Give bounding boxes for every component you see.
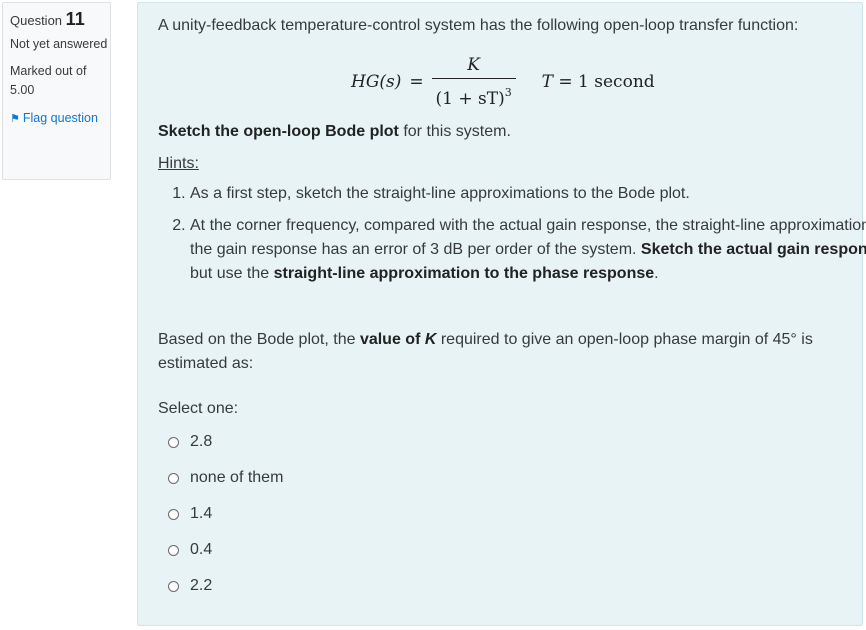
question-info-panel: Question 11 Not yet answered Marked out … (2, 2, 111, 180)
prompt-bold: value of K (360, 331, 436, 348)
formula-period-lhs: T (541, 72, 553, 92)
question-prompt: Based on the Bode plot, the value of K r… (158, 328, 848, 376)
radio-button[interactable] (168, 544, 179, 556)
hint-1-text: As a first step, sketch the straight-lin… (190, 185, 690, 202)
hint-item-1: As a first step, sketch the straight-lin… (190, 182, 866, 206)
question-intro: A unity-feedback temperature-control sys… (158, 17, 799, 34)
hints-list: As a first step, sketch the straight-lin… (158, 182, 866, 294)
radio-button[interactable] (168, 436, 179, 448)
formula-denominator: (1 + sT) (435, 89, 505, 109)
flag-question-link[interactable]: ⚑ Flag question (10, 109, 110, 129)
prompt-bold-text: value of (359, 331, 425, 348)
option-label: 2.8 (190, 433, 213, 450)
prompt-text-a: Based on the Bode plot, the (158, 331, 360, 348)
hints-label: Hints (158, 155, 195, 172)
question-state: Not yet answered (10, 37, 108, 51)
hints-heading: Hints: (158, 152, 199, 176)
hints-colon: : (194, 155, 199, 172)
formula-period-rhs: = 1 second (558, 72, 655, 92)
flag-question-label: Flag question (22, 111, 98, 125)
formula-equals: = (409, 72, 424, 92)
sketch-bold: Sketch the open-loop Bode plot (158, 123, 399, 140)
hint-2-text-e: . (654, 265, 659, 282)
question-label: Question (10, 13, 63, 28)
sketch-rest: for this system. (398, 123, 511, 140)
radio-button[interactable] (168, 472, 179, 484)
question-content: A unity-feedback temperature-control sys… (137, 2, 866, 626)
formula-period: T = 1 second (542, 70, 655, 94)
formula-lhs: HG(s) (351, 72, 402, 92)
select-one-label: Select one: (158, 400, 239, 417)
radio-button[interactable] (168, 580, 179, 592)
answer-option-2[interactable]: none of them (168, 466, 283, 490)
answer-options: 2.8 none of them 1.4 0.4 2.2 (168, 430, 283, 610)
answer-option-1[interactable]: 2.8 (168, 430, 283, 454)
option-label: 2.2 (190, 577, 213, 594)
question-grade: Marked out of 5.00 (10, 64, 87, 97)
question-number: Question 11 (10, 10, 110, 30)
question-number-value: 11 (65, 9, 85, 29)
formula-fraction: K (1 + sT)3 (431, 53, 516, 111)
prompt-k: K (424, 331, 437, 348)
answer-option-5[interactable]: 2.2 (168, 574, 283, 598)
option-label: none of them (190, 469, 284, 486)
formula-numerator: K (467, 55, 480, 75)
flag-icon: ⚑ (10, 113, 20, 125)
hint-item-2: At the corner frequency, compared with t… (190, 214, 866, 286)
radio-button[interactable] (168, 508, 179, 520)
formula-exponent: 3 (504, 86, 512, 99)
option-label: 1.4 (190, 505, 213, 522)
answer-option-4[interactable]: 0.4 (168, 538, 283, 562)
transfer-function-formula: HG(s) = K (1 + sT)3 T = 1 second (351, 53, 655, 111)
answer-option-3[interactable]: 1.4 (168, 502, 283, 526)
hint-2-bold-gain: Sketch the actual gain response (640, 241, 866, 258)
hint-2-bold-phase: straight-line approximation to the phase… (273, 265, 655, 282)
sketch-instruction: Sketch the open-loop Bode plot for this … (158, 120, 511, 144)
option-label: 0.4 (190, 541, 213, 558)
formula-denominator-group: (1 + sT)3 (436, 79, 512, 111)
